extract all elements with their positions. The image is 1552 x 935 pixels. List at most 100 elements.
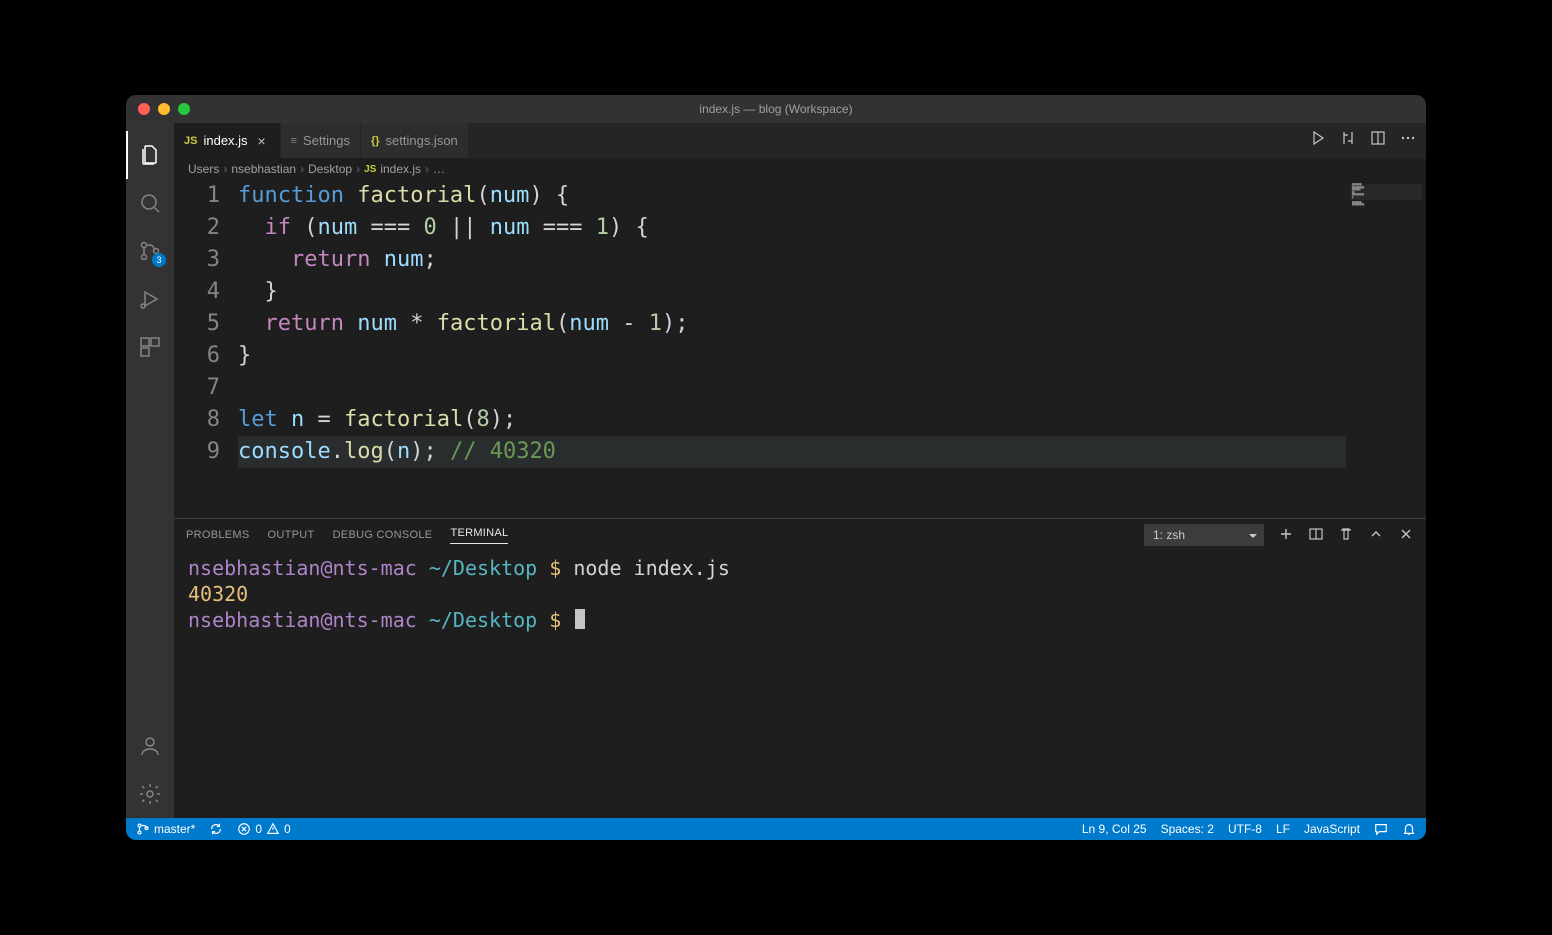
activity-search[interactable] [126,179,174,227]
panel-tab-output[interactable]: OUTPUT [268,529,315,541]
breadcrumb-part: nsebhastian [231,162,296,176]
panel-tab-problems[interactable]: PROBLEMS [186,529,250,541]
bottom-panel: PROBLEMS OUTPUT DEBUG CONSOLE TERMINAL 1… [174,518,1426,818]
split-editor-icon[interactable] [1370,130,1386,151]
activity-settings[interactable] [126,770,174,818]
line-number-gutter: 123456789 [174,180,238,518]
tab-label: index.js [203,133,247,148]
terminal-output: 40320 [188,581,1412,607]
chevron-right-icon: › [223,162,227,176]
status-sync[interactable] [209,822,223,836]
status-feedback[interactable] [1374,822,1388,836]
line-number: 9 [174,436,220,468]
sync-icon [209,822,223,836]
terminal-line: nsebhastian@nts-mac ~/Desktop $ [188,607,1412,633]
new-terminal-icon[interactable] [1278,526,1294,545]
status-encoding[interactable]: UTF-8 [1228,822,1262,836]
git-branch-icon [136,822,150,836]
activity-bar: 3 [126,123,174,818]
code-line[interactable]: console.log(n); // 40320 [238,436,1346,468]
file-type-icon: ≡ [291,135,297,147]
error-icon [237,822,251,836]
titlebar: index.js — blog (Workspace) [126,95,1426,123]
code-line[interactable]: function factorial(num) { [238,180,1346,212]
maximize-panel-icon[interactable] [1368,526,1384,545]
split-terminal-icon[interactable] [1308,526,1324,545]
activity-explorer[interactable] [126,131,174,179]
files-icon [138,143,162,167]
chevron-right-icon: › [300,162,304,176]
chevron-right-icon: › [356,162,360,176]
window-title: index.js — blog (Workspace) [126,102,1426,116]
line-number: 8 [174,404,220,436]
line-number: 7 [174,372,220,404]
terminal-select[interactable]: 1: zsh [1144,524,1264,546]
status-bar: master* 0 0 Ln 9, Col 25 Spaces: 2 UTF-8… [126,818,1426,840]
line-number: 5 [174,308,220,340]
traffic-lights [126,103,190,115]
gear-icon [138,782,162,806]
bell-icon [1402,822,1416,836]
editor-tab[interactable]: {}settings.json [361,123,469,158]
panel-tab-debug-console[interactable]: DEBUG CONSOLE [333,529,433,541]
minimap[interactable]: ████████████████████████████████████████… [1346,180,1426,518]
terminal[interactable]: nsebhastian@nts-mac ~/Desktop $ node ind… [174,551,1426,818]
scm-badge: 3 [152,253,166,267]
status-indentation[interactable]: Spaces: 2 [1161,822,1214,836]
status-branch[interactable]: master* [136,822,195,836]
tab-label: Settings [303,133,350,148]
close-icon[interactable]: × [254,133,270,149]
code-line[interactable]: return num; [238,244,1346,276]
code-editor[interactable]: 123456789 function factorial(num) { if (… [174,180,1426,518]
line-number: 6 [174,340,220,372]
status-errors[interactable]: 0 0 [237,822,290,836]
code-line[interactable]: } [238,276,1346,308]
vscode-window: index.js — blog (Workspace) 3 [126,95,1426,840]
editor-tab[interactable]: JS index.js × [174,123,281,158]
more-icon[interactable] [1400,130,1416,151]
terminal-line: nsebhastian@nts-mac ~/Desktop $ node ind… [188,555,1412,581]
status-eol[interactable]: LF [1276,822,1290,836]
panel-tab-terminal[interactable]: TERMINAL [450,527,508,544]
terminal-cursor [575,609,585,629]
close-panel-icon[interactable] [1398,526,1414,545]
account-icon [138,734,162,758]
line-number: 4 [174,276,220,308]
search-icon [138,191,162,215]
line-number: 3 [174,244,220,276]
line-number: 1 [174,180,220,212]
code-line[interactable]: } [238,340,1346,372]
run-icon[interactable] [1310,130,1326,151]
line-number: 2 [174,212,220,244]
code-line[interactable]: return num * factorial(num - 1); [238,308,1346,340]
activity-scm[interactable]: 3 [126,227,174,275]
activity-accounts[interactable] [126,722,174,770]
file-type-icon: {} [371,135,380,147]
window-maximize-button[interactable] [178,103,190,115]
panel-tabs: PROBLEMS OUTPUT DEBUG CONSOLE TERMINAL 1… [174,519,1426,551]
file-type-icon: JS [184,135,197,147]
breadcrumb[interactable]: Users › nsebhastian › Desktop › JS index… [174,158,1426,180]
status-language[interactable]: JavaScript [1304,822,1360,836]
code-content[interactable]: function factorial(num) { if (num === 0 … [238,180,1346,518]
breadcrumb-part: Users [188,162,219,176]
breadcrumb-file: index.js [380,162,421,176]
extensions-icon [138,335,162,359]
breadcrumb-tail: … [433,162,445,176]
feedback-icon [1374,822,1388,836]
activity-extensions[interactable] [126,323,174,371]
minimap-content: ████████████████████████████████████████… [1352,184,1364,207]
code-line[interactable]: if (num === 0 || num === 1) { [238,212,1346,244]
editor-tabbar: JS index.js × ≡ Settings {}settings.json [174,123,1426,158]
code-line[interactable] [238,372,1346,404]
window-minimize-button[interactable] [158,103,170,115]
code-line[interactable]: let n = factorial(8); [238,404,1346,436]
window-close-button[interactable] [138,103,150,115]
kill-terminal-icon[interactable] [1338,526,1354,545]
activity-run-debug[interactable] [126,275,174,323]
status-cursor-position[interactable]: Ln 9, Col 25 [1082,822,1147,836]
chevron-right-icon: › [425,162,429,176]
status-notifications[interactable] [1402,822,1416,836]
editor-tab[interactable]: ≡ Settings [281,123,361,158]
compare-changes-icon[interactable] [1340,130,1356,151]
